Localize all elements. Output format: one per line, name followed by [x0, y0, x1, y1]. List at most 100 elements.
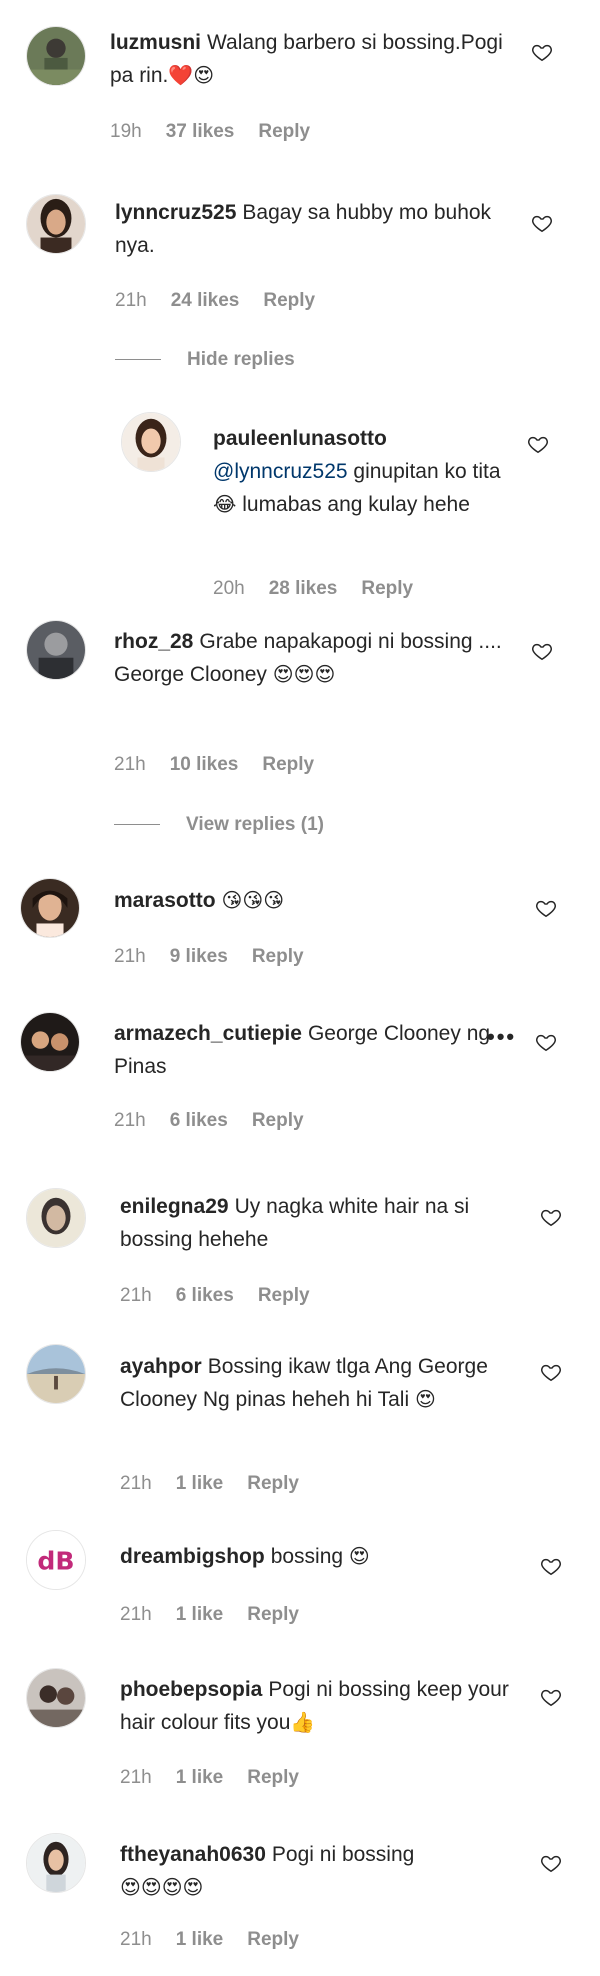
- comment-username[interactable]: ftheyanah0630: [120, 1843, 266, 1866]
- comment-username[interactable]: ayahpor: [120, 1355, 202, 1378]
- avatar[interactable]: [26, 194, 86, 254]
- avatar[interactable]: [26, 1344, 86, 1404]
- reply-button[interactable]: Reply: [361, 578, 413, 599]
- comment-emoji: 😍😍😍😍: [120, 1877, 204, 1899]
- hide-replies-button[interactable]: Hide replies: [115, 349, 295, 371]
- replies-divider: [114, 824, 160, 826]
- avatar[interactable]: [121, 412, 181, 472]
- avatar[interactable]: dB: [26, 1530, 86, 1590]
- comment-emoji: 👍: [290, 1712, 316, 1734]
- comment-text: ftheyanah0630 Pogi ni bossing 😍😍😍😍: [120, 1838, 525, 1904]
- comment-meta: 21h 1 like Reply: [120, 1929, 323, 1951]
- comment-likes[interactable]: 6 likes: [170, 1110, 228, 1131]
- avatar[interactable]: [20, 1012, 80, 1072]
- comment-meta: 20h 28 likes Reply: [213, 578, 437, 600]
- avatar[interactable]: [26, 620, 86, 680]
- heart-outline-icon[interactable]: [540, 1206, 562, 1228]
- reply-button[interactable]: Reply: [262, 754, 314, 775]
- comment-body: ginupitan ko tita: [353, 460, 501, 483]
- comment-username[interactable]: armazech_cutiepie: [114, 1022, 302, 1045]
- comment-text: rhoz_28 Grabe napakapogi ni bossing .... …: [114, 625, 504, 691]
- comment-meta: 21h 24 likes Reply: [115, 290, 339, 312]
- comment-likes[interactable]: 1 like: [176, 1604, 224, 1625]
- comment-likes[interactable]: 24 likes: [171, 290, 240, 311]
- comment-likes[interactable]: 6 likes: [176, 1285, 234, 1306]
- reply-button[interactable]: Reply: [252, 946, 304, 967]
- avatar[interactable]: [26, 1833, 86, 1893]
- view-replies-button[interactable]: View replies (1): [114, 814, 324, 836]
- heart-outline-icon[interactable]: [535, 1031, 557, 1053]
- comment-text: luzmusni Walang barbero si bossing.Pogi p…: [110, 26, 510, 92]
- heart-outline-icon[interactable]: [531, 212, 553, 234]
- comment-username[interactable]: enilegna29: [120, 1195, 229, 1218]
- avatar[interactable]: [26, 1188, 86, 1248]
- reply-button[interactable]: Reply: [247, 1604, 299, 1625]
- comment-emoji: 😍😍😍: [272, 664, 336, 686]
- comment-text: armazech_cutiepie George Clooney ng Pinas: [114, 1017, 499, 1083]
- heart-outline-icon[interactable]: [540, 1361, 562, 1383]
- reply-button[interactable]: Reply: [247, 1473, 299, 1494]
- comment-likes[interactable]: 1 like: [176, 1767, 224, 1788]
- comment-likes[interactable]: 37 likes: [166, 121, 235, 142]
- comment-time: 21h: [114, 1110, 146, 1131]
- comment-likes[interactable]: 10 likes: [170, 754, 239, 775]
- comment-text: pauleenlunasotto @lynncruz525 ginupitan k…: [213, 422, 513, 521]
- comment-username[interactable]: rhoz_28: [114, 630, 193, 653]
- comment-time: 21h: [120, 1767, 152, 1788]
- more-options-icon[interactable]: •••: [487, 1024, 516, 1050]
- comment-likes[interactable]: 28 likes: [269, 578, 338, 599]
- comment-username[interactable]: marasotto: [114, 889, 216, 912]
- avatar[interactable]: [26, 26, 86, 86]
- reply-button[interactable]: Reply: [247, 1767, 299, 1788]
- heart-outline-icon[interactable]: [540, 1555, 562, 1577]
- comment-text: lynncruz525 Bagay sa hubby mo buhok nya.: [115, 196, 510, 262]
- comment-likes[interactable]: 1 like: [176, 1929, 224, 1950]
- comment-time: 21h: [120, 1929, 152, 1950]
- comment-meta: 21h 10 likes Reply: [114, 754, 338, 776]
- reply-button[interactable]: Reply: [258, 1285, 310, 1306]
- comment-time: 21h: [120, 1604, 152, 1625]
- comment-body: Pogi ni bossing: [271, 1843, 415, 1866]
- comment-time: 21h: [114, 754, 146, 775]
- comment-likes[interactable]: 1 like: [176, 1473, 224, 1494]
- comment-meta: 21h 9 likes Reply: [114, 946, 328, 968]
- comment-username[interactable]: luzmusni: [110, 31, 201, 54]
- heart-outline-icon[interactable]: [531, 41, 553, 63]
- avatar[interactable]: [20, 878, 80, 938]
- heart-outline-icon[interactable]: [540, 1686, 562, 1708]
- comment-time: 21h: [120, 1473, 152, 1494]
- comment-meta: 21h 1 like Reply: [120, 1473, 323, 1495]
- comment-emoji: 😂: [213, 494, 237, 516]
- comment-emoji: 😍: [414, 1389, 436, 1411]
- heart-outline-icon[interactable]: [531, 640, 553, 662]
- comment-meta: 21h 1 like Reply: [120, 1767, 323, 1789]
- comment-time: 21h: [114, 946, 146, 967]
- reply-button[interactable]: Reply: [263, 290, 315, 311]
- comment-username[interactable]: pauleenlunasotto: [213, 427, 387, 450]
- comment-body: bossing: [270, 1545, 344, 1568]
- comment-time: 19h: [110, 121, 142, 142]
- comment-username[interactable]: dreambigshop: [120, 1545, 265, 1568]
- reply-button[interactable]: Reply: [258, 121, 310, 142]
- comment-text: ayahpor Bossing ikaw tlga Ang George Cloo…: [120, 1350, 525, 1416]
- comment-username[interactable]: lynncruz525: [115, 201, 236, 224]
- comment-time: 21h: [115, 290, 147, 311]
- heart-outline-icon[interactable]: [535, 897, 557, 919]
- comment-meta: 21h 1 like Reply: [120, 1604, 323, 1626]
- avatar[interactable]: [26, 1668, 86, 1728]
- heart-outline-icon[interactable]: [527, 433, 549, 455]
- heart-outline-icon[interactable]: [540, 1852, 562, 1874]
- reply-button[interactable]: Reply: [252, 1110, 304, 1131]
- comment-time: 20h: [213, 578, 245, 599]
- comment-body-continued: lumabas ang kulay hehe: [242, 493, 470, 516]
- comment-meta: 21h 6 likes Reply: [114, 1110, 328, 1132]
- comment-emoji: ❤️😍: [168, 65, 215, 87]
- comment-text: phoebepsopia Pogi ni bossing keep your ha…: [120, 1673, 525, 1739]
- comment-time: 21h: [120, 1285, 152, 1306]
- toggle-label: Hide replies: [187, 349, 295, 370]
- mention-link[interactable]: @lynncruz525: [213, 460, 348, 483]
- reply-button[interactable]: Reply: [247, 1929, 299, 1950]
- comment-username[interactable]: phoebepsopia: [120, 1678, 262, 1701]
- comment-likes[interactable]: 9 likes: [170, 946, 228, 967]
- comment-emoji: 😘😘😘: [221, 890, 285, 912]
